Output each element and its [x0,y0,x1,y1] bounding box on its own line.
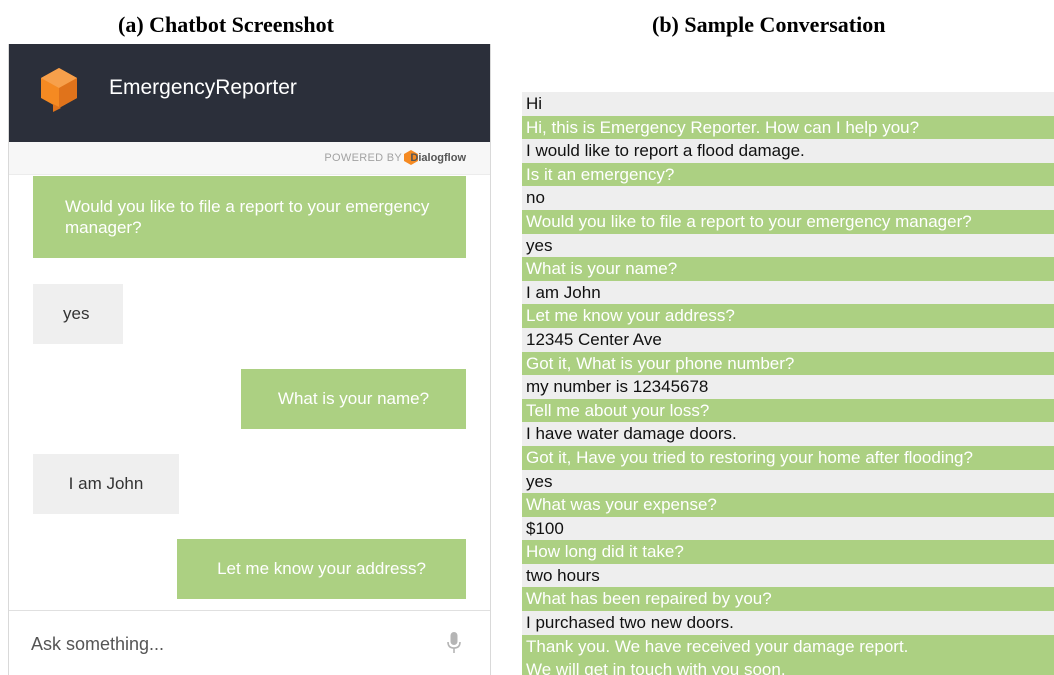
conversation-bot-line: What was your expense? [522,493,1054,517]
conversation-user-line: my number is 12345678 [522,375,1054,399]
conversation-user-line: I would like to report a flood damage. [522,139,1054,163]
conversation-user-line: 12345 Center Ave [522,327,1054,352]
conversation-user-line: Hi [522,92,1054,116]
bot-message: Let me know your address? [177,539,466,599]
chat-input-bar [9,610,490,675]
conversation-bot-line: What is your name? [522,257,1054,281]
bot-message: What is your name? [241,369,466,429]
dialogflow-logo-icon [41,68,77,112]
conversation-user-line: $100 [522,516,1054,541]
caption-sample-conversation: (b) Sample Conversation [652,12,886,37]
powered-by-label: POWERED BY [324,152,402,164]
conversation-user-line: I have water damage doors. [522,422,1054,446]
chat-title: EmergencyReporter [109,76,297,99]
conversation-bot-line: We will get in touch with you soon. [522,658,1054,675]
conversation-bot-line: Is it an emergency? [522,162,1054,187]
conversation-user-line: yes [522,233,1054,258]
conversation-user-line: I purchased two new doors. [522,611,1054,635]
conversation-bot-line: Hi, this is Emergency Reporter. How can … [522,115,1054,140]
conversation-bot-line: How long did it take? [522,540,1054,564]
conversation-user-line: I am John [522,280,1054,305]
conversation-bot-line: Let me know your address? [522,304,1054,328]
powered-by-name: Dialogflow [410,152,466,164]
user-message: yes [33,284,123,344]
microphone-icon[interactable] [446,631,462,655]
conversation-bot-line: Would you like to file a report to your … [522,209,1054,234]
conversation-bot-line: Thank you. We have received your damage … [522,634,1054,659]
conversation-bot-line: What has been repaired by you? [522,587,1054,612]
powered-by-bar: POWERED BY Dialogflow [9,142,490,175]
conversation-bot-line: Got it, Have you tried to restoring your… [522,445,1054,470]
conversation-user-line: no [522,186,1054,210]
bot-message: Would you like to file a report to your … [33,176,466,258]
user-message: I am John [33,454,179,514]
sample-conversation: Hi Hi, this is Emergency Reporter. How ca… [522,92,1054,675]
conversation-user-line: two hours [522,563,1054,588]
ask-input[interactable] [31,631,431,657]
conversation-bot-line: Tell me about your loss? [522,398,1054,423]
conversation-user-line: yes [522,469,1054,494]
caption-chatbot-screenshot: (a) Chatbot Screenshot [118,12,334,37]
conversation-bot-line: Got it, What is your phone number? [522,351,1054,376]
chat-header: EmergencyReporter [9,44,490,142]
chatbot-window: EmergencyReporter POWERED BY Dialogflow … [8,44,491,675]
